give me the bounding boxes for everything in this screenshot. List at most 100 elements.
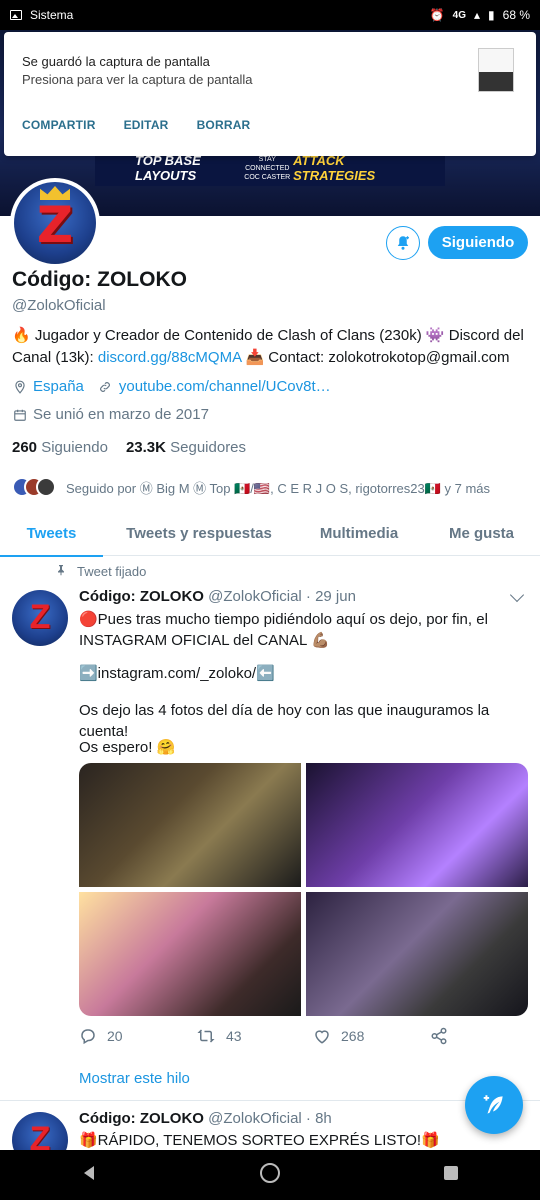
followers-count-link[interactable]: 23.3K Seguidores [126,439,246,456]
tweet-photo-grid [79,763,528,1016]
tab-likes[interactable]: Me gusta [423,510,540,556]
profile-meta-location-website: España youtube.com/channel/UCov8t… [12,378,331,395]
network-indicator: 4G [452,9,466,21]
tweet-photo[interactable] [306,763,528,887]
tab-tweets[interactable]: Tweets [0,510,103,557]
banner-left-text: TOP BASE LAYOUTS [135,153,201,183]
followed-by-row[interactable]: Seguido por Ⓜ Big M Ⓜ Top 🇲🇽/🇺🇸, C E R J… [12,477,490,497]
profile-tabs: Tweets Tweets y respuestas Multimedia Me… [0,510,540,557]
z-logo: Z [29,598,51,636]
chevron-down-icon[interactable] [509,587,525,603]
profile-meta-joined: Se unió en marzo de 2017 [12,406,209,423]
instagram-link[interactable]: ➡️instagram.com/_zoloko/⬅️ [79,663,529,684]
compose-tweet-button[interactable] [465,1076,523,1134]
location-pin-icon [12,379,27,394]
followed-by-text: Seguido por Ⓜ Big M Ⓜ Top 🇲🇽/🇺🇸, C E R J… [66,480,491,496]
notification-body: Presiona para ver la captura de pantalla [22,72,253,87]
profile-bio: 🔥 Jugador y Creador de Contenido de Clas… [12,325,528,369]
status-app-name: Sistema [30,8,74,22]
show-thread-link[interactable]: Mostrar este hilo [79,1070,190,1087]
android-nav-bar [0,1150,540,1200]
banner-mid: STAY CONNECTED COC CASTER [241,155,293,182]
screenshot-notification[interactable]: Se guardó la captura de pantalla Presion… [4,32,536,156]
bell-plus-icon [397,236,409,250]
banner-right-text: ATTACK STRATEGIES [293,153,376,183]
tweet-photo[interactable] [79,892,301,1016]
bio-text-2: 📥 Contact: zolokotrokotop@gmail.com [241,349,510,366]
tweet-divider [0,1100,540,1101]
back-icon [84,1165,94,1180]
like-button[interactable]: 268 [313,1027,430,1045]
tab-tweets-replies[interactable]: Tweets y respuestas [103,510,295,556]
following-button[interactable]: Siguiendo [428,226,528,259]
pinned-text: Tweet fijado [77,564,147,579]
reply-button[interactable]: 20 [79,1027,196,1045]
status-bar: Sistema ⏰ 4G ▴ ▮ 68 % [0,0,540,30]
tweet-header: Código: ZOLOKO @ZolokOficial · 29 jun [79,588,356,605]
calendar-icon [12,407,27,422]
back-button[interactable] [81,1164,97,1187]
banner-mid-text: STAY CONNECTED [245,155,290,172]
image-icon [10,10,22,20]
home-button[interactable] [259,1162,281,1189]
tweet-author-name[interactable]: Código: ZOLOKO [79,588,204,605]
tweet-text: 🎁RÁPIDO, TENEMOS SORTEO EXPRÉS LISTO!🎁 [79,1132,440,1149]
notifications-bell-button[interactable] [386,226,420,260]
profile-avatar[interactable]: Z [10,178,100,268]
profile-handle: @ZolokOficial [12,297,106,314]
following-count-link[interactable]: 260 Siguiendo [12,439,108,456]
discord-link[interactable]: discord.gg/88cMQMA [98,349,241,366]
reply-count: 20 [107,1028,123,1044]
tweet-line-4: Os espero! 🤗 [79,739,176,756]
like-count: 268 [341,1028,365,1044]
edit-button[interactable]: EDITAR [124,118,169,132]
followers-count: 23.3K [125,439,166,456]
tweet-photo[interactable] [79,763,301,887]
tweet-avatar[interactable]: Z [12,590,68,646]
tab-media[interactable]: Multimedia [295,510,423,556]
signal-icon: ▴ [474,8,481,22]
joined-date: Se unió en marzo de 2017 [33,406,209,423]
recents-icon [444,1165,458,1180]
following-label: Siguiendo [41,439,108,456]
location-link[interactable]: España [33,378,84,395]
follow-counts: 260 Siguiendo 23.3K Seguidores [12,439,246,456]
notification-title: Se guardó la captura de pantalla [22,54,210,69]
pinned-label: Tweet fijado [55,564,146,579]
delete-button[interactable]: BORRAR [197,118,251,132]
battery-icon: ▮ [488,8,495,22]
tweet-meta: @ZolokOficial · 8h [208,1110,332,1127]
link-icon [98,379,113,394]
banner-mid-sub: COC CASTER [244,173,291,181]
avatar [36,477,56,497]
feather-plus-icon [483,1095,503,1114]
share-tweet-button[interactable] [430,1027,540,1045]
retweet-icon [197,1029,215,1043]
notification-thumbnail[interactable] [478,48,514,92]
home-icon [260,1162,280,1183]
follower-avatars [12,477,56,497]
profile-name: Código: ZOLOKO [12,268,187,291]
tweet-photo[interactable] [306,892,528,1016]
tweet-header: Código: ZOLOKO @ZolokOficial · 8h [79,1110,332,1127]
following-count: 260 [12,439,38,456]
tweet-line-1: 🔴Pues tras mucho tiempo pidiéndolo aquí … [79,611,488,649]
tweet-author-name[interactable]: Código: ZOLOKO [79,1110,204,1127]
notification-actions: COMPARTIR EDITAR BORRAR [22,118,250,132]
followers-label: Seguidores [170,439,247,456]
share-button[interactable]: COMPARTIR [22,118,96,132]
battery-level: 68 % [502,8,530,22]
retweet-button[interactable]: 43 [196,1027,313,1045]
alarm-icon: ⏰ [429,8,445,22]
tweet-actions: 20 43 268 [79,1027,540,1045]
website-link[interactable]: youtube.com/channel/UCov8t… [119,378,331,395]
pin-icon [55,564,67,579]
z-logo: Z [36,196,74,254]
recents-button[interactable] [443,1165,459,1186]
avatar-image: Z [14,182,96,264]
retweet-count: 43 [226,1028,242,1044]
tweet-meta: @ZolokOficial · 29 jun [208,588,356,605]
heart-icon [315,1030,329,1044]
share-icon [431,1027,447,1045]
tweet-line-3: Os dejo las 4 fotos del día de hoy con l… [79,702,490,740]
